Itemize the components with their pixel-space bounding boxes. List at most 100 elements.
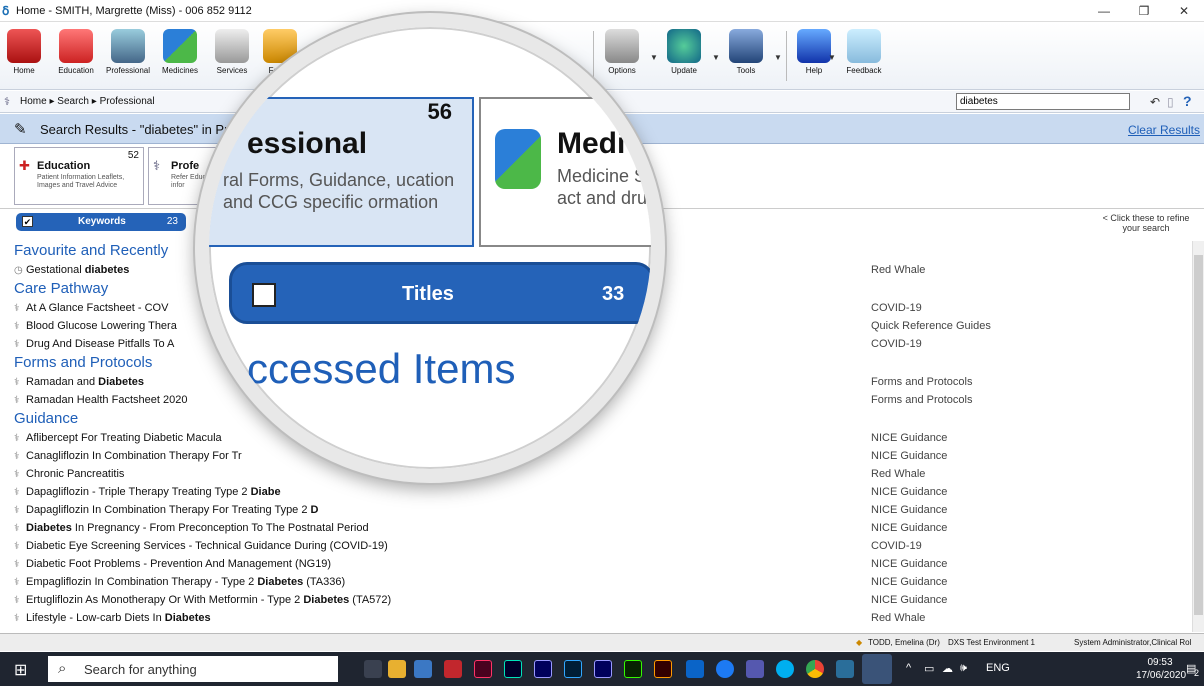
acrobat-icon[interactable] [444, 660, 462, 678]
list-item[interactable]: ⚕ Dapagliflozin In Combination Therapy Fo… [14, 501, 1190, 519]
list-item-source: COVID-19 [871, 338, 922, 350]
chevron-down-icon[interactable]: ▼ [774, 53, 782, 62]
dxs-taskbar-icon[interactable] [862, 654, 892, 684]
history-icon[interactable]: ↶ [1150, 95, 1160, 109]
keywords-checkbox[interactable]: ✔ [22, 216, 33, 227]
home-button[interactable]: Home [2, 25, 46, 87]
network-icon[interactable]: ▭ [924, 662, 934, 675]
list-item[interactable]: ⚕ Ertugliflozin As Monotherapy Or With Me… [14, 591, 1190, 609]
options-button[interactable]: Options [600, 25, 644, 87]
caduceus-icon: ⚕ [14, 559, 20, 570]
teams-icon[interactable] [746, 660, 764, 678]
caduceus-icon: ⚕ [14, 613, 20, 624]
chevron-down-icon[interactable]: ▼ [712, 53, 720, 62]
indesign-icon[interactable] [474, 660, 492, 678]
photoshop-icon[interactable] [564, 660, 582, 678]
dreamweaver-icon[interactable] [624, 660, 642, 678]
zoomed-professional-card: essional 56 ral Forms, Guidance, ucation… [209, 97, 474, 247]
list-item-title: Ertugliflozin As Monotherapy Or With Met… [26, 594, 392, 606]
restore-button[interactable]: ❐ [1124, 0, 1164, 22]
keywords-filter[interactable]: ✔ Keywords 23 [16, 213, 186, 231]
services-button[interactable]: Services [210, 25, 254, 87]
breadcrumb-professional[interactable]: Professional [100, 96, 155, 107]
list-item[interactable]: ⚕ Diabetic Foot Problems - Prevention And… [14, 555, 1190, 573]
medicines-button[interactable]: Medicines [158, 25, 202, 87]
chrome-icon[interactable] [806, 660, 824, 678]
search-input[interactable] [956, 93, 1130, 110]
audition-icon[interactable] [504, 660, 522, 678]
scrollbar-thumb[interactable] [1194, 255, 1203, 615]
list-item-title: Dapagliflozin - Triple Therapy Treating … [26, 486, 281, 498]
category-education[interactable]: ✚ Education Patient Information Leaflets… [14, 147, 144, 205]
close-button[interactable]: ✕ [1164, 0, 1204, 22]
list-item-title: Ramadan and Diabetes [26, 376, 145, 388]
feedback-icon [847, 29, 881, 63]
caduceus-icon: ⚕ [14, 487, 20, 498]
breadcrumb-search[interactable]: Search [57, 96, 89, 107]
section-heading: Guidance [14, 410, 79, 427]
titles-checkbox [252, 283, 276, 307]
caduceus-icon: ⚕ [14, 339, 20, 350]
app-icon[interactable] [414, 660, 432, 678]
taskbar-clock[interactable]: 09:53 17/06/2020 [1136, 656, 1186, 682]
volume-icon[interactable]: 🕪 [960, 662, 967, 675]
caduceus-icon[interactable] [836, 660, 854, 678]
refine-hint: < Click these to refine your search [1102, 213, 1190, 233]
professional-button[interactable]: Professional [106, 25, 150, 87]
tray-chevron-icon[interactable]: ^ [906, 662, 911, 674]
cloud-icon[interactable]: ☁ [942, 662, 953, 675]
illustrator-icon[interactable] [654, 660, 672, 678]
chevron-down-icon[interactable]: ▼ [650, 53, 658, 62]
taskbar-search[interactable]: ⌕ Search for anything [48, 656, 338, 682]
premiere-icon[interactable] [534, 660, 552, 678]
list-item-title: Drug And Disease Pitfalls To A [26, 338, 175, 350]
window-title: Home - SMITH, Margrette (Miss) - 006 852… [16, 5, 252, 17]
list-item[interactable]: ⚕ Diabetic Eye Screening Services - Techn… [14, 537, 1190, 555]
task-view-icon[interactable] [364, 660, 382, 678]
vertical-scrollbar[interactable] [1192, 241, 1204, 632]
list-item-title: Blood Glucose Lowering Thera [26, 320, 177, 332]
list-item-source: NICE Guidance [871, 504, 948, 516]
status-user: TODD, Emelina (Dr) [868, 638, 940, 647]
list-item[interactable]: ⚕ Aflibercept For Treating Diabetic Macul… [14, 429, 1190, 447]
list-item[interactable]: ⚕ Diabetes In Pregnancy - From Preconcept… [14, 519, 1190, 537]
list-item-title: Aflibercept For Treating Diabetic Macula [26, 432, 222, 444]
caduceus-icon: ⚕ [14, 303, 20, 314]
list-item[interactable]: ⚕ Empagliflozin In Combination Therapy - … [14, 573, 1190, 591]
search-icon: ⌕ [58, 660, 67, 677]
document-icon[interactable]: ▯ [1167, 95, 1174, 109]
skype-business-icon[interactable] [716, 660, 734, 678]
outlook-icon[interactable] [686, 660, 704, 678]
list-item[interactable]: ⚕ Dapagliflozin - Triple Therapy Treating… [14, 483, 1190, 501]
list-item[interactable]: ⚕ Chronic Pancreatitis Red Whale [14, 465, 1190, 483]
update-button[interactable]: Update [662, 25, 706, 87]
explorer-icon[interactable] [388, 660, 406, 678]
language-indicator[interactable]: ENG [986, 662, 1010, 674]
ribbon-separator [593, 31, 594, 81]
list-item-source: NICE Guidance [871, 522, 948, 534]
status-role: System Administrator,Clinical Rol [1074, 638, 1192, 647]
chevron-down-icon[interactable]: ▼ [828, 53, 836, 62]
caduceus-icon: ⚕ [14, 469, 20, 480]
list-item[interactable]: ⚕ Lifestyle - Low-carb Diets In Diabetes R… [14, 609, 1190, 627]
help-icon [797, 29, 831, 63]
list-item-source: Forms and Protocols [871, 394, 973, 406]
caduceus-icon: ⚕ [4, 96, 10, 108]
after-effects-icon[interactable] [594, 660, 612, 678]
caduceus-icon: ⚕ [14, 595, 20, 606]
clear-results-link[interactable]: Clear Results [1128, 123, 1200, 137]
tools-button[interactable]: Tools [724, 25, 768, 87]
options-icon [605, 29, 639, 63]
list-item-title: Canagliflozin In Combination Therapy For… [26, 450, 242, 462]
breadcrumb-home[interactable]: Home [20, 96, 47, 107]
windows-start-icon[interactable]: ⊞ [14, 660, 27, 680]
education-button[interactable]: Education [54, 25, 98, 87]
help-icon[interactable]: ? [1183, 93, 1192, 109]
skype-icon[interactable] [776, 660, 794, 678]
list-item-title: Diabetic Eye Screening Services - Techni… [26, 540, 388, 552]
feedback-button[interactable]: Feedback [842, 25, 886, 87]
list-item-source: NICE Guidance [871, 450, 948, 462]
list-item-source: NICE Guidance [871, 594, 948, 606]
minimize-button[interactable]: — [1084, 0, 1124, 22]
list-item[interactable]: ⚕ Canagliflozin In Combination Therapy Fo… [14, 447, 1190, 465]
